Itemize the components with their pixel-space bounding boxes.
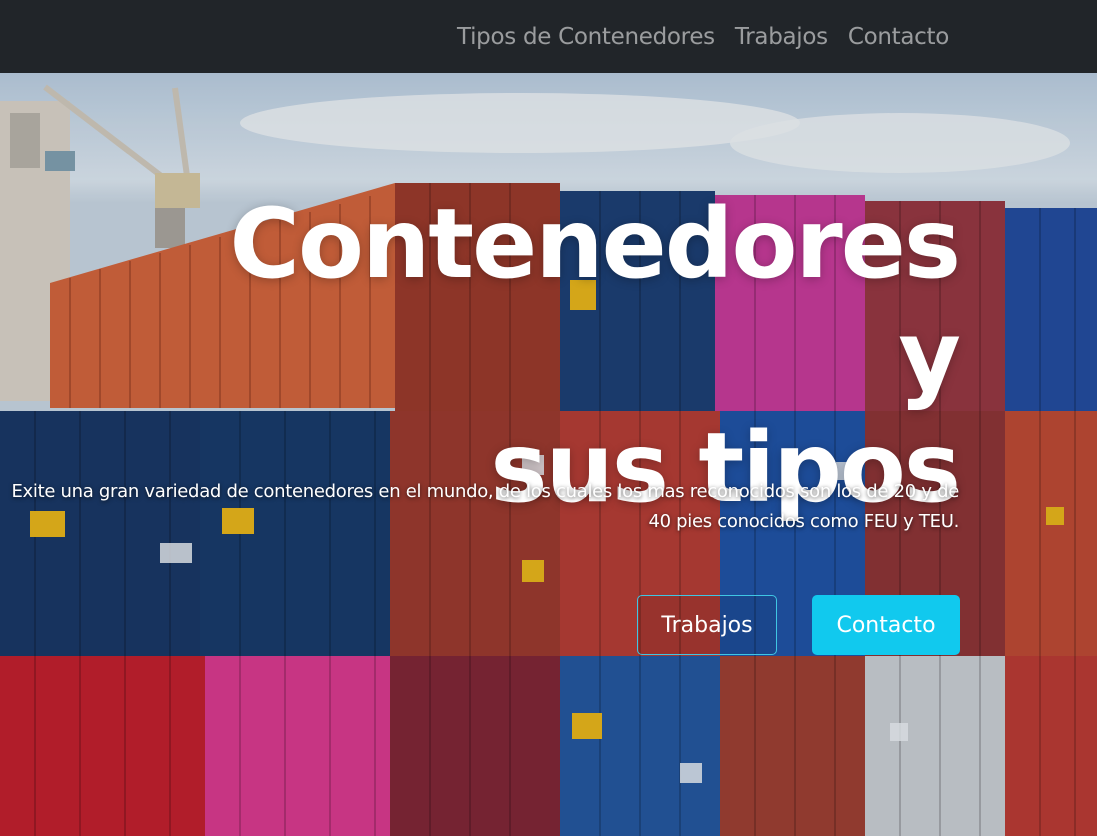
hero-title: Contenedores y sus tipos — [139, 188, 961, 524]
nav-link-tipos-contenedores[interactable]: Tipos de Contenedores — [457, 24, 715, 50]
hero-description: Exite una gran variedad de contenedores … — [11, 481, 959, 532]
trabajos-button[interactable]: Trabajos — [637, 595, 777, 655]
top-navbar: Tipos de Contenedores Trabajos Contacto — [0, 0, 1097, 73]
nav-menu: Tipos de Contenedores Trabajos Contacto — [457, 0, 949, 73]
hero-section: Contenedores y sus tipos Exite una gran … — [0, 73, 1097, 836]
nav-link-contacto[interactable]: Contacto — [848, 24, 949, 50]
nav-link-trabajos[interactable]: Trabajos — [735, 24, 828, 50]
hero-title-line-1: Contenedores y — [229, 188, 961, 412]
contacto-button[interactable]: Contacto — [812, 595, 960, 655]
